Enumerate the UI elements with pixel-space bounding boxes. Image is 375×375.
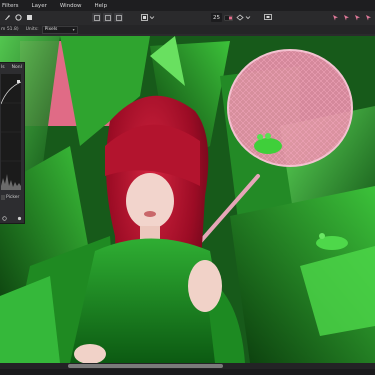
- context-toolbar: m 51.8) Units: Pixels ▾: [0, 25, 375, 34]
- menu-item-filters[interactable]: Filters: [0, 3, 19, 9]
- menu-item-help[interactable]: Help: [93, 3, 108, 9]
- units-label: Units:: [25, 27, 39, 32]
- picker-label: Picker: [6, 195, 20, 200]
- arrow-icon: [355, 15, 360, 21]
- snapping-icon: [235, 14, 250, 21]
- document-info: m 51.8): [1, 27, 19, 32]
- toolbar: 25: [0, 11, 375, 26]
- panel-tabs: ls Nonl: [0, 63, 24, 71]
- menu-item-layer[interactable]: Layer: [30, 3, 47, 9]
- grid-icon: [93, 14, 100, 21]
- adjustment-panel: ls Nonl Picker: [0, 62, 25, 224]
- menu-bar: Filters Layer Window Help: [0, 0, 375, 11]
- layer-stack-icon: [15, 14, 22, 21]
- arrange-button-2[interactable]: [342, 13, 351, 22]
- arrange-button-3[interactable]: [353, 13, 362, 22]
- menu-item-window[interactable]: Window: [58, 3, 82, 9]
- snapping-dropdown[interactable]: [235, 13, 251, 22]
- picker-checkbox[interactable]: [1, 195, 5, 200]
- status-bar: [0, 369, 375, 375]
- units-select[interactable]: Pixels ▾: [41, 25, 78, 34]
- arrow-icon: [333, 15, 338, 21]
- layers-button[interactable]: [14, 13, 23, 22]
- document-canvas[interactable]: [0, 36, 375, 363]
- canvas-image: [0, 36, 375, 363]
- arrow-icon: [344, 15, 349, 21]
- brush-icon: [5, 15, 10, 20]
- mode-button-2[interactable]: [103, 13, 112, 22]
- grid-icon: [104, 14, 111, 21]
- arrow-icon: [366, 15, 371, 21]
- grid-icon: [115, 14, 122, 21]
- mode-button-3[interactable]: [114, 13, 123, 22]
- arrange-button-1[interactable]: [331, 13, 340, 22]
- scrollbar-thumb[interactable]: [68, 364, 223, 368]
- tab-nonlinear[interactable]: Nonl: [12, 65, 22, 70]
- curve-plot: [0, 80, 22, 190]
- monitor-icon: [263, 14, 272, 20]
- tab-levels[interactable]: ls: [1, 65, 5, 70]
- view-dropdown[interactable]: [140, 13, 156, 22]
- gear-icon[interactable]: [17, 216, 22, 221]
- export-button[interactable]: [25, 13, 34, 22]
- curves-graph[interactable]: [0, 74, 22, 190]
- zoom-toggle[interactable]: [223, 13, 233, 22]
- eye-icon[interactable]: [2, 215, 7, 221]
- toggle-icon: [223, 14, 233, 21]
- arrange-button-4[interactable]: [364, 13, 373, 22]
- zoom-field[interactable]: 25: [211, 13, 222, 22]
- chevron-down-icon: ▾: [72, 26, 75, 32]
- square-icon: [27, 15, 32, 20]
- brush-tool-button[interactable]: [3, 13, 12, 22]
- view-mode-icon: [141, 14, 155, 21]
- panel-footer: [0, 214, 24, 222]
- mode-button-1[interactable]: [92, 13, 101, 22]
- preview-button[interactable]: [262, 13, 273, 22]
- units-value: Pixels: [44, 27, 58, 32]
